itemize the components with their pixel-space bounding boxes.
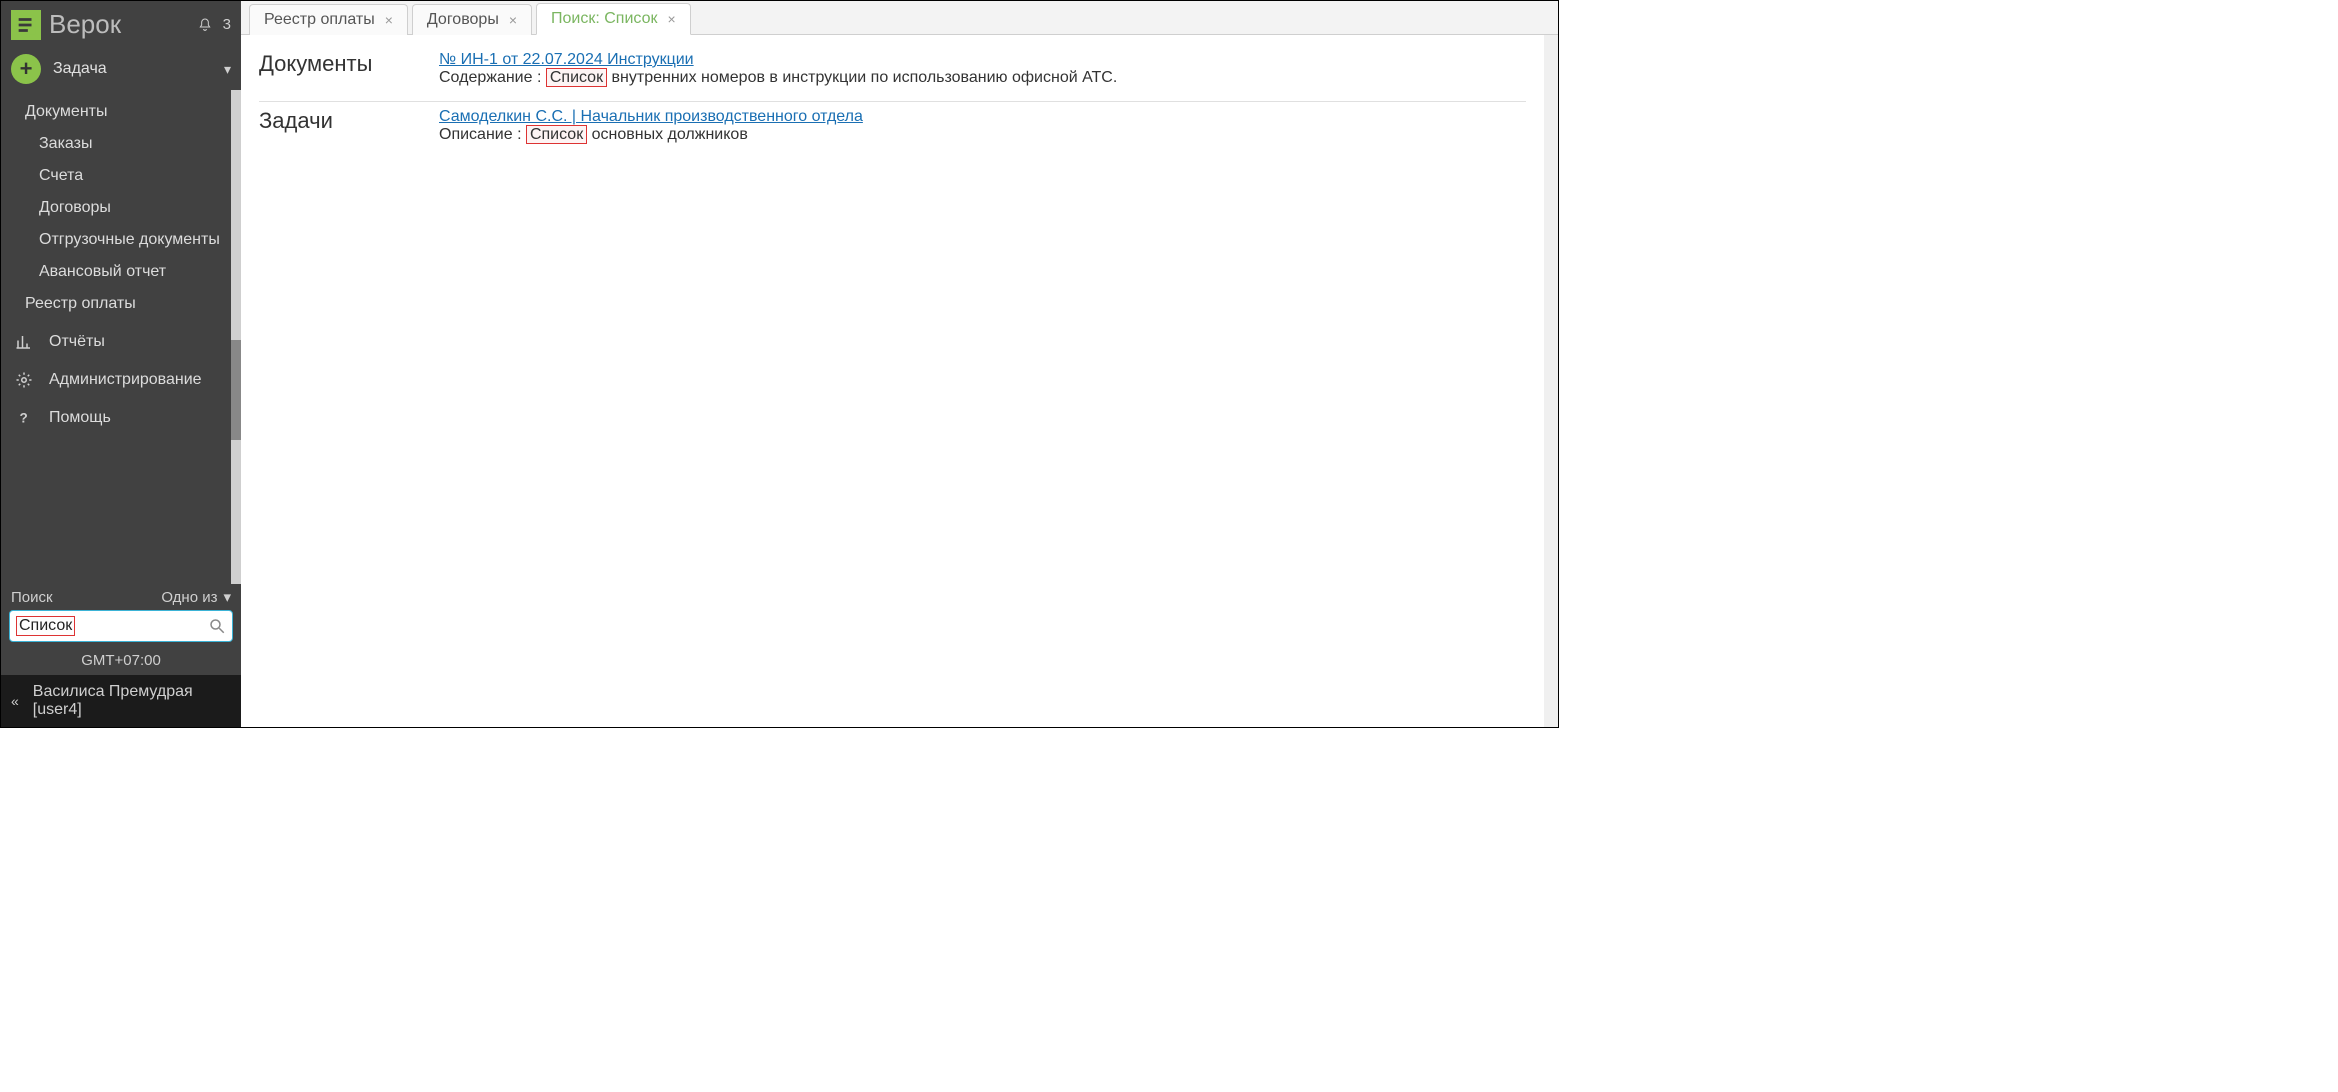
search-mode-label: Одно из [161,589,217,606]
timezone-label: GMT+07:00 [1,652,241,675]
sidebar-item-admin[interactable]: Администрирование [1,364,241,396]
bell-icon [197,16,213,34]
collapse-sidebar-button[interactable]: « [11,693,19,709]
sidebar-item-documents[interactable]: Документы [1,96,241,128]
chevron-down-icon: ▾ [223,588,231,606]
question-icon: ? [15,409,33,427]
gear-icon [15,371,33,389]
result-category: Задачи [259,108,419,144]
sidebar-item-contracts[interactable]: Договоры [1,192,241,224]
result-highlight: Список [526,125,587,144]
result-link[interactable]: № ИН-1 от 22.07.2024 Инструкции [439,51,694,68]
sidebar-item-advance[interactable]: Авансовый отчет [1,256,241,288]
logo-mark [11,10,41,40]
tab-contracts[interactable]: Договоры × [412,4,532,35]
notifications[interactable]: 3 [197,16,231,34]
main-scrollbar[interactable] [1544,35,1558,727]
sidebar-item-invoices[interactable]: Счета [1,160,241,192]
sidebar-search: Поиск Одно из ▾ Список [1,584,241,652]
close-icon[interactable]: × [385,12,393,28]
result-row-documents: Документы № ИН-1 от 22.07.2024 Инструкци… [259,45,1526,102]
task-create-row: + Задача ▾ [1,48,241,90]
brand-name: Верок [49,9,121,40]
sidebar-item-reports[interactable]: Отчёты [1,326,241,358]
search-icon[interactable] [208,617,226,635]
result-desc-suffix: внутренних номеров в инструкции по испол… [607,69,1117,86]
task-dropdown-label[interactable]: Задача [53,60,212,78]
search-box: Список [9,610,233,642]
search-mode-dropdown[interactable]: Одно из ▾ [161,588,231,606]
result-description: Содержание : Список внутренних номеров в… [439,69,1526,87]
sidebar-footer: « Василиса Премудрая [user4] [1,675,241,727]
sidebar-nav: Документы Заказы Счета Договоры Отгрузоч… [1,90,241,584]
sidebar-item-orders[interactable]: Заказы [1,128,241,160]
sidebar-header: Верок 3 [1,1,241,48]
chevron-down-icon[interactable]: ▾ [224,61,231,78]
scrollbar-thumb[interactable] [231,340,241,440]
tab-bar: Реестр оплаты × Договоры × Поиск: Список… [241,1,1558,35]
result-body: Самоделкин С.С. | Начальник производстве… [439,108,1526,144]
sidebar-item-shipping[interactable]: Отгрузочные документы [1,224,241,256]
result-desc-prefix: Содержание : [439,69,546,86]
result-link[interactable]: Самоделкин С.С. | Начальник производстве… [439,108,863,125]
barchart-icon [15,333,33,351]
tab-label: Реестр оплаты [264,11,375,29]
tab-search-result[interactable]: Поиск: Список × [536,3,691,35]
search-results: Документы № ИН-1 от 22.07.2024 Инструкци… [241,35,1544,727]
result-desc-prefix: Описание : [439,126,526,143]
close-icon[interactable]: × [667,11,675,27]
logo-icon [15,14,37,36]
result-row-tasks: Задачи Самоделкин С.С. | Начальник произ… [259,102,1526,158]
result-category: Документы [259,51,419,87]
sidebar-item-payment-registry[interactable]: Реестр оплаты [1,288,241,320]
add-task-button[interactable]: + [11,54,41,84]
sidebar-item-help[interactable]: ? Помощь [1,402,241,434]
tab-label: Договоры [427,11,499,29]
tab-payment-registry[interactable]: Реестр оплаты × [249,4,408,35]
close-icon[interactable]: × [509,12,517,28]
result-highlight: Список [546,68,607,87]
sidebar-item-label: Отчёты [49,333,105,351]
svg-text:?: ? [20,411,28,426]
result-body: № ИН-1 от 22.07.2024 Инструкции Содержан… [439,51,1526,87]
result-description: Описание : Список основных должников [439,126,1526,144]
tab-label: Поиск: Список [551,10,657,28]
notification-count: 3 [223,16,231,33]
sidebar: Верок 3 + Задача ▾ Документы Заказы Счет… [1,1,241,727]
current-user[interactable]: Василиса Премудрая [user4] [33,683,231,719]
search-label: Поиск [11,589,53,606]
sidebar-scrollbar[interactable] [231,90,241,584]
sidebar-item-label: Администрирование [49,371,202,389]
result-desc-suffix: основных должников [587,126,748,143]
sidebar-item-label: Помощь [49,409,111,427]
main: Реестр оплаты × Договоры × Поиск: Список… [241,1,1558,727]
search-input-highlight: Список [16,616,75,636]
